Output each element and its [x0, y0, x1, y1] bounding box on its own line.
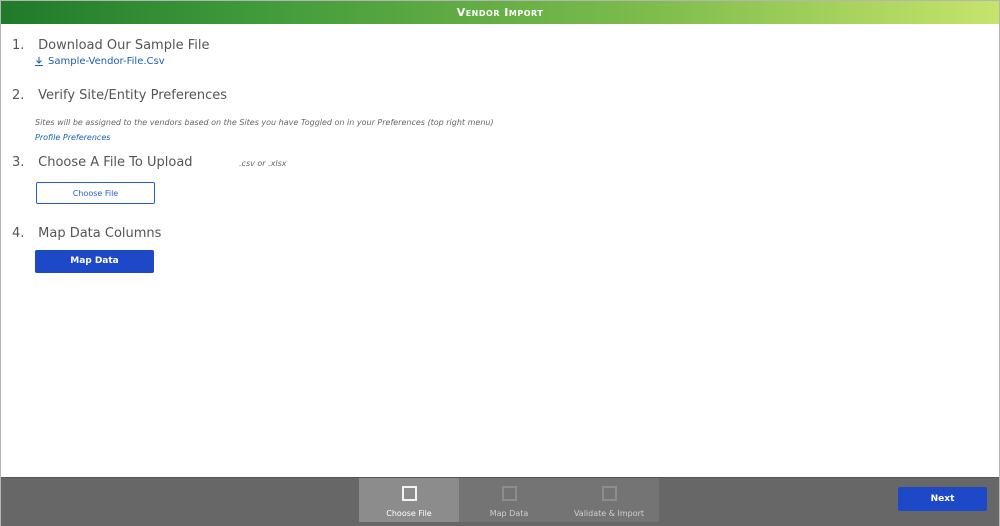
choose-file-button[interactable]: Choose File: [36, 182, 155, 204]
wizard-step-choose-file[interactable]: Choose File: [359, 478, 459, 522]
step-checkbox-icon: [501, 486, 517, 501]
wizard-step-label: Choose File: [386, 509, 432, 518]
wizard-step-validate-import[interactable]: Validate & Import: [559, 478, 659, 522]
step-number: 4.: [12, 226, 25, 241]
file-type-hint: .csv or .xlsx: [239, 159, 287, 168]
step-title: Map Data Columns: [38, 226, 162, 241]
wizard-footer: Choose File Map Data Validate & Import N…: [1, 477, 999, 526]
next-button[interactable]: Next: [898, 487, 987, 511]
profile-preferences-link[interactable]: Profile Preferences: [35, 133, 110, 142]
step-upload: 3. Choose A File To Upload: [12, 155, 193, 170]
sample-file-link[interactable]: Sample-Vendor-File.Csv: [34, 56, 165, 67]
preferences-note: Sites will be assigned to the vendors ba…: [35, 118, 494, 127]
wizard-step-label: Validate & Import: [573, 509, 645, 518]
map-data-button[interactable]: Map Data: [35, 250, 154, 273]
wizard-step-label: Map Data: [489, 509, 529, 518]
step-title: Download Our Sample File: [38, 38, 210, 53]
step-title: Choose A File To Upload: [38, 155, 193, 170]
window-title: Vendor Import: [1, 1, 999, 24]
step-number: 1.: [12, 38, 25, 53]
step-title: Verify Site/Entity Preferences: [38, 88, 228, 103]
vendor-import-window: Vendor Import 1. Download Our Sample Fil…: [0, 0, 1000, 526]
step-checkbox-icon: [601, 486, 617, 501]
download-icon: [35, 57, 43, 66]
wizard-step-map-data[interactable]: Map Data: [459, 478, 559, 522]
sample-file-label[interactable]: Sample-Vendor-File.Csv: [48, 56, 165, 67]
step-map: 4. Map Data Columns: [12, 226, 161, 241]
step-download: 1. Download Our Sample File: [12, 38, 209, 53]
step-number: 2.: [12, 88, 25, 103]
step-number: 3.: [12, 155, 25, 170]
step-preferences: 2. Verify Site/Entity Preferences: [12, 88, 227, 103]
step-checkbox-icon: [401, 486, 417, 501]
